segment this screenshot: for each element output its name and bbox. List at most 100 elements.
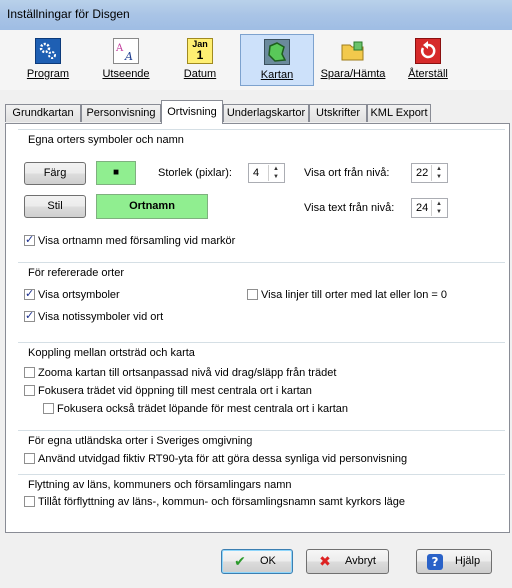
up-arrow-icon[interactable]: ▲ — [432, 165, 446, 173]
color-swatch: ■ — [96, 161, 136, 185]
checkbox-label: Använd utvidgad fiktiv RT90-yta för att … — [38, 453, 408, 465]
up-arrow-icon[interactable]: ▲ — [432, 200, 446, 208]
tab-panel: Egna orters symboler och namn Färg ■ Sto… — [5, 123, 510, 533]
toolbar-aterstall-button[interactable]: Återställ — [398, 34, 458, 86]
toolbar-utseende-button[interactable]: AA Utseende — [96, 34, 156, 86]
svg-text:A: A — [124, 50, 133, 63]
folder-save-icon — [340, 38, 366, 64]
tab-personvisning[interactable]: Personvisning — [81, 104, 161, 122]
checkbox-fokusera[interactable]: Fokusera trädet vid öppning till mest ce… — [24, 385, 312, 397]
style-swatch: Ortnamn — [96, 194, 208, 219]
help-icon: ? — [427, 554, 443, 570]
toolbar-kartan-button[interactable]: Kartan — [240, 34, 314, 86]
tab-strip: Grundkartan Personvisning Ortvisning Und… — [0, 100, 512, 124]
visa-text-spinner[interactable]: 24 ▲ ▼ — [411, 198, 448, 218]
group-title: Egna orters symboler och namn — [26, 134, 186, 146]
storlek-label: Storlek (pixlar): — [158, 167, 232, 179]
checkbox-label: Fokusera trädet vid öppning till mest ce… — [38, 385, 312, 397]
checkbox-visa-linjer[interactable]: Visa linjer till orter med lat eller lon… — [247, 289, 447, 301]
checkbox-visa-ortsymboler[interactable]: Visa ortsymboler — [24, 287, 120, 301]
storlek-spinner[interactable]: 4 ▲ ▼ — [248, 163, 285, 183]
group-title: För egna utländska orter i Sveriges omgi… — [26, 435, 255, 447]
tab-utskrifter[interactable]: Utskrifter — [309, 104, 367, 122]
spinner-arrows[interactable]: ▲ ▼ — [431, 165, 446, 181]
group-title: Flyttning av läns, kommuners och församl… — [26, 479, 294, 491]
title-bar: Inställningar för Disgen — [0, 0, 512, 30]
toolbar-program-button[interactable]: Program — [18, 34, 78, 86]
toolbar-spara-button[interactable]: Spara/Hämta — [318, 34, 388, 86]
map-icon — [264, 39, 290, 65]
calendar-day: 1 — [196, 48, 204, 62]
storlek-value: 4 — [253, 167, 260, 179]
reset-icon — [415, 38, 441, 64]
svg-text:A: A — [115, 43, 124, 54]
gears-icon — [35, 38, 61, 64]
visa-text-label: Visa text från nivå: — [304, 202, 395, 214]
checkmark-icon: ✔ — [234, 554, 246, 570]
toolbar-label: Spara/Hämta — [320, 68, 386, 80]
toolbar-label: Återställ — [408, 68, 448, 80]
hjalp-label: Hjälp — [455, 555, 481, 567]
checkbox-label: Visa linjer till orter med lat eller lon… — [261, 289, 447, 301]
group-koppling: Koppling mellan ortsträd och karta Zooma… — [18, 342, 505, 423]
checkbox-box[interactable] — [24, 453, 35, 464]
group-refererade-orter: För refererade orter Visa ortsymboler Vi… — [18, 262, 505, 333]
category-toolbar: Program AA Utseende Jan 1 Datum Kartan S… — [0, 30, 512, 90]
tab-underlagskartor[interactable]: Underlagskartor — [223, 104, 309, 122]
toolbar-label: Kartan — [260, 69, 294, 81]
checkbox-box[interactable] — [24, 496, 35, 507]
spinner-arrows[interactable]: ▲ ▼ — [268, 165, 283, 181]
checkbox-label: Visa notissymboler vid ort — [38, 311, 164, 323]
tab-kml-export[interactable]: KML Export — [367, 104, 431, 122]
visa-text-value: 24 — [416, 202, 429, 214]
avbryt-button[interactable]: ✖ Avbryt — [306, 549, 389, 574]
checkbox-tillat-forflyttning[interactable]: Tillåt förflyttning av läns-, kommun- oc… — [24, 496, 405, 508]
cancel-x-icon: ✖ — [319, 554, 331, 570]
checkbox-box[interactable] — [24, 309, 35, 322]
toolbar-label: Datum — [183, 68, 217, 80]
stil-button[interactable]: Stil — [24, 195, 86, 218]
checkbox-label: Tillåt förflyttning av läns-, kommun- oc… — [38, 496, 405, 508]
toolbar-datum-button[interactable]: Jan 1 Datum — [170, 34, 230, 86]
window-title: Inställningar för Disgen — [7, 7, 130, 21]
checkbox-fokusera-lopande[interactable]: Fokusera också trädet löpande för mest c… — [43, 403, 348, 415]
hjalp-button[interactable]: ? Hjälp — [416, 549, 492, 574]
checkbox-label: Zooma kartan till ortsanpassad nivå vid … — [38, 367, 337, 379]
checkbox-visa-notissymboler[interactable]: Visa notissymboler vid ort — [24, 309, 164, 323]
checkbox-label: Visa ortnamn med församling vid markör — [38, 235, 236, 247]
group-egna-orter: Egna orters symboler och namn Färg ■ Sto… — [18, 129, 505, 260]
avbryt-label: Avbryt — [345, 555, 376, 567]
up-arrow-icon[interactable]: ▲ — [269, 165, 283, 173]
tab-grundkartan[interactable]: Grundkartan — [5, 104, 81, 122]
checkbox-box[interactable] — [24, 287, 35, 300]
farg-button[interactable]: Färg — [24, 162, 86, 185]
checkbox-label: Fokusera också trädet löpande för mest c… — [57, 403, 349, 415]
checkbox-box[interactable] — [24, 385, 35, 396]
spinner-arrows[interactable]: ▲ ▼ — [431, 200, 446, 216]
checkbox-ortnamn-forsamling[interactable]: Visa ortnamn med församling vid markör — [24, 233, 236, 247]
checkbox-label: Visa ortsymboler — [38, 289, 120, 301]
checkbox-box[interactable] — [24, 233, 35, 246]
visa-ort-value: 22 — [416, 167, 429, 179]
toolbar-label: Program — [26, 68, 70, 80]
checkbox-zooma[interactable]: Zooma kartan till ortsanpassad nivå vid … — [24, 367, 336, 379]
group-utlandska: För egna utländska orter i Sveriges omgi… — [18, 430, 505, 471]
checkbox-box[interactable] — [24, 367, 35, 378]
group-title: Koppling mellan ortsträd och karta — [26, 347, 197, 359]
fonts-icon: AA — [113, 38, 139, 64]
calendar-icon: Jan 1 — [187, 38, 213, 64]
checkbox-box[interactable] — [43, 403, 54, 414]
dialog-buttons: ✔ OK ✖ Avbryt ? Hjälp — [0, 540, 512, 588]
tab-ortvisning[interactable]: Ortvisning — [161, 100, 223, 124]
down-arrow-icon[interactable]: ▼ — [269, 173, 283, 181]
checkbox-rt90[interactable]: Använd utvidgad fiktiv RT90-yta för att … — [24, 453, 407, 465]
visa-ort-label: Visa ort från nivå: — [304, 167, 390, 179]
group-title: För refererade orter — [26, 267, 126, 279]
ok-label: OK — [260, 555, 276, 567]
visa-ort-spinner[interactable]: 22 ▲ ▼ — [411, 163, 448, 183]
down-arrow-icon[interactable]: ▼ — [432, 173, 446, 181]
ok-button[interactable]: ✔ OK — [221, 549, 293, 574]
checkbox-box[interactable] — [247, 289, 258, 300]
toolbar-label: Utseende — [102, 68, 150, 80]
down-arrow-icon[interactable]: ▼ — [432, 208, 446, 216]
